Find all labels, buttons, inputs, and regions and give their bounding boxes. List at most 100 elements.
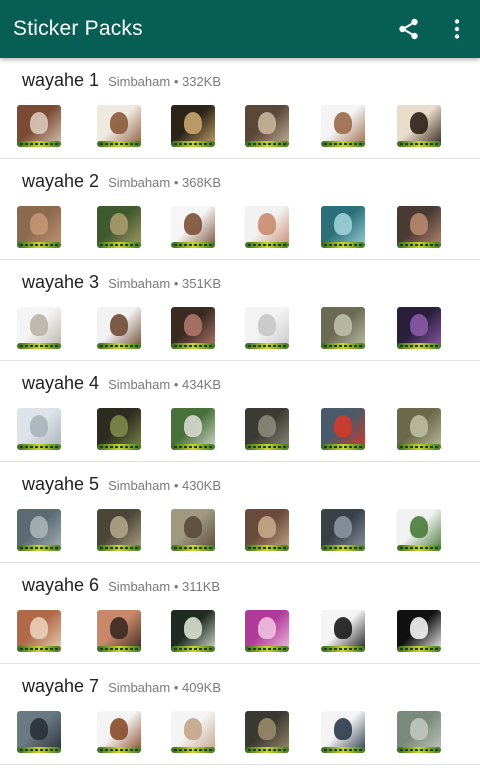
app-bar-actions	[396, 0, 470, 58]
sticker-image	[397, 711, 441, 753]
sticker-thumbnail[interactable]	[94, 505, 144, 555]
sticker-caption-mark	[171, 141, 215, 147]
sticker-thumbnail[interactable]	[168, 606, 218, 656]
sticker-thumbnail[interactable]	[394, 101, 444, 151]
sticker-figure	[184, 516, 202, 538]
sticker-thumbnail[interactable]	[168, 202, 218, 252]
sticker-caption-mark	[245, 242, 289, 248]
sticker-thumbnail[interactable]	[14, 606, 64, 656]
sticker-thumbnail[interactable]	[14, 303, 64, 353]
sticker-thumbnail[interactable]	[318, 505, 368, 555]
sticker-thumbnail[interactable]	[242, 707, 292, 757]
sticker-thumbnail[interactable]	[14, 101, 64, 151]
sticker-thumbnail[interactable]	[14, 202, 64, 252]
sticker-pack-item[interactable]: wayahe 3 Simbaham • 351KB	[0, 260, 480, 361]
sticker-pack-item[interactable]: wayahe 5 Simbaham • 430KB	[0, 462, 480, 563]
sticker-thumbnail[interactable]	[394, 707, 444, 757]
sticker-pack-item[interactable]: wayahe 4 Simbaham • 434KB	[0, 361, 480, 462]
sticker-image	[245, 105, 289, 147]
sticker-image	[97, 509, 141, 551]
sticker-image	[245, 610, 289, 652]
sticker-pack-list: wayahe 1 Simbaham • 332KB wayahe 2 Simbaham…	[0, 58, 480, 765]
sticker-figure	[410, 314, 428, 336]
sticker-thumbnail[interactable]	[242, 606, 292, 656]
sticker-pack-item[interactable]: wayahe 2 Simbaham • 368KB	[0, 159, 480, 260]
sticker-image	[321, 408, 365, 450]
sticker-thumbnail[interactable]	[318, 404, 368, 454]
pack-header: wayahe 7 Simbaham • 409KB	[22, 676, 221, 697]
sticker-image	[397, 105, 441, 147]
sticker-thumbnail[interactable]	[94, 101, 144, 151]
sticker-figure	[110, 112, 128, 134]
sticker-caption-mark	[321, 545, 365, 551]
sticker-caption-mark	[97, 242, 141, 248]
meta-separator: •	[170, 680, 182, 695]
more-vert-icon[interactable]	[444, 16, 470, 42]
sticker-thumbnail[interactable]	[168, 404, 218, 454]
sticker-figure	[410, 516, 428, 538]
sticker-thumbnail[interactable]	[94, 404, 144, 454]
sticker-image	[97, 711, 141, 753]
sticker-thumbnail[interactable]	[242, 505, 292, 555]
sticker-image	[245, 711, 289, 753]
share-icon[interactable]	[396, 16, 422, 42]
sticker-thumbnail[interactable]	[168, 101, 218, 151]
pack-name: wayahe 2	[22, 171, 100, 191]
sticker-thumbnail[interactable]	[168, 505, 218, 555]
sticker-caption-mark	[171, 242, 215, 248]
sticker-image	[171, 206, 215, 248]
sticker-figure	[110, 213, 128, 235]
sticker-caption-mark	[171, 747, 215, 753]
sticker-caption-mark	[17, 646, 61, 652]
sticker-thumbnail[interactable]	[242, 101, 292, 151]
sticker-thumbnail[interactable]	[394, 303, 444, 353]
sticker-figure	[334, 314, 352, 336]
sticker-figure	[258, 516, 276, 538]
sticker-thumbnail[interactable]	[394, 505, 444, 555]
sticker-thumbnail[interactable]	[318, 202, 368, 252]
pack-name: wayahe 1	[22, 70, 100, 90]
sticker-image	[245, 408, 289, 450]
sticker-thumbnail[interactable]	[242, 202, 292, 252]
pack-author: Simbaham	[108, 175, 171, 190]
sticker-thumbnail[interactable]	[94, 707, 144, 757]
sticker-thumbnail[interactable]	[318, 303, 368, 353]
sticker-pack-item[interactable]: wayahe 7 Simbaham • 409KB	[0, 664, 480, 765]
sticker-thumbnail[interactable]	[94, 202, 144, 252]
sticker-thumbnail[interactable]	[242, 303, 292, 353]
sticker-caption-mark	[321, 646, 365, 652]
sticker-thumbnail[interactable]	[14, 404, 64, 454]
sticker-thumbnail[interactable]	[394, 606, 444, 656]
meta-separator: •	[170, 276, 182, 291]
sticker-thumbnail[interactable]	[318, 707, 368, 757]
sticker-thumbnail[interactable]	[318, 606, 368, 656]
sticker-thumbnail[interactable]	[394, 202, 444, 252]
sticker-image	[245, 206, 289, 248]
sticker-thumbnail[interactable]	[94, 606, 144, 656]
pack-author: Simbaham	[108, 74, 171, 89]
sticker-caption-mark	[97, 545, 141, 551]
pack-author: Simbaham	[108, 377, 171, 392]
sticker-figure	[334, 617, 352, 639]
sticker-pack-item[interactable]: wayahe 1 Simbaham • 332KB	[0, 58, 480, 159]
sticker-thumbnail[interactable]	[94, 303, 144, 353]
app-title: Sticker Packs	[13, 17, 143, 40]
meta-separator: •	[170, 74, 182, 89]
sticker-figure	[110, 516, 128, 538]
pack-author: Simbaham	[108, 680, 171, 695]
sticker-thumbnail[interactable]	[168, 707, 218, 757]
sticker-thumbnail[interactable]	[14, 505, 64, 555]
sticker-caption-mark	[321, 444, 365, 450]
pack-size: 311KB	[181, 579, 221, 594]
sticker-figure	[110, 617, 128, 639]
sticker-figure	[184, 213, 202, 235]
sticker-thumbnail[interactable]	[394, 404, 444, 454]
sticker-thumbnail[interactable]	[14, 707, 64, 757]
sticker-caption-mark	[171, 444, 215, 450]
sticker-thumbnail[interactable]	[168, 303, 218, 353]
pack-header: wayahe 2 Simbaham • 368KB	[22, 171, 221, 192]
sticker-thumbnail[interactable]	[318, 101, 368, 151]
sticker-thumbnail[interactable]	[242, 404, 292, 454]
sticker-figure	[410, 213, 428, 235]
sticker-pack-item[interactable]: wayahe 6 Simbaham • 311KB	[0, 563, 480, 664]
